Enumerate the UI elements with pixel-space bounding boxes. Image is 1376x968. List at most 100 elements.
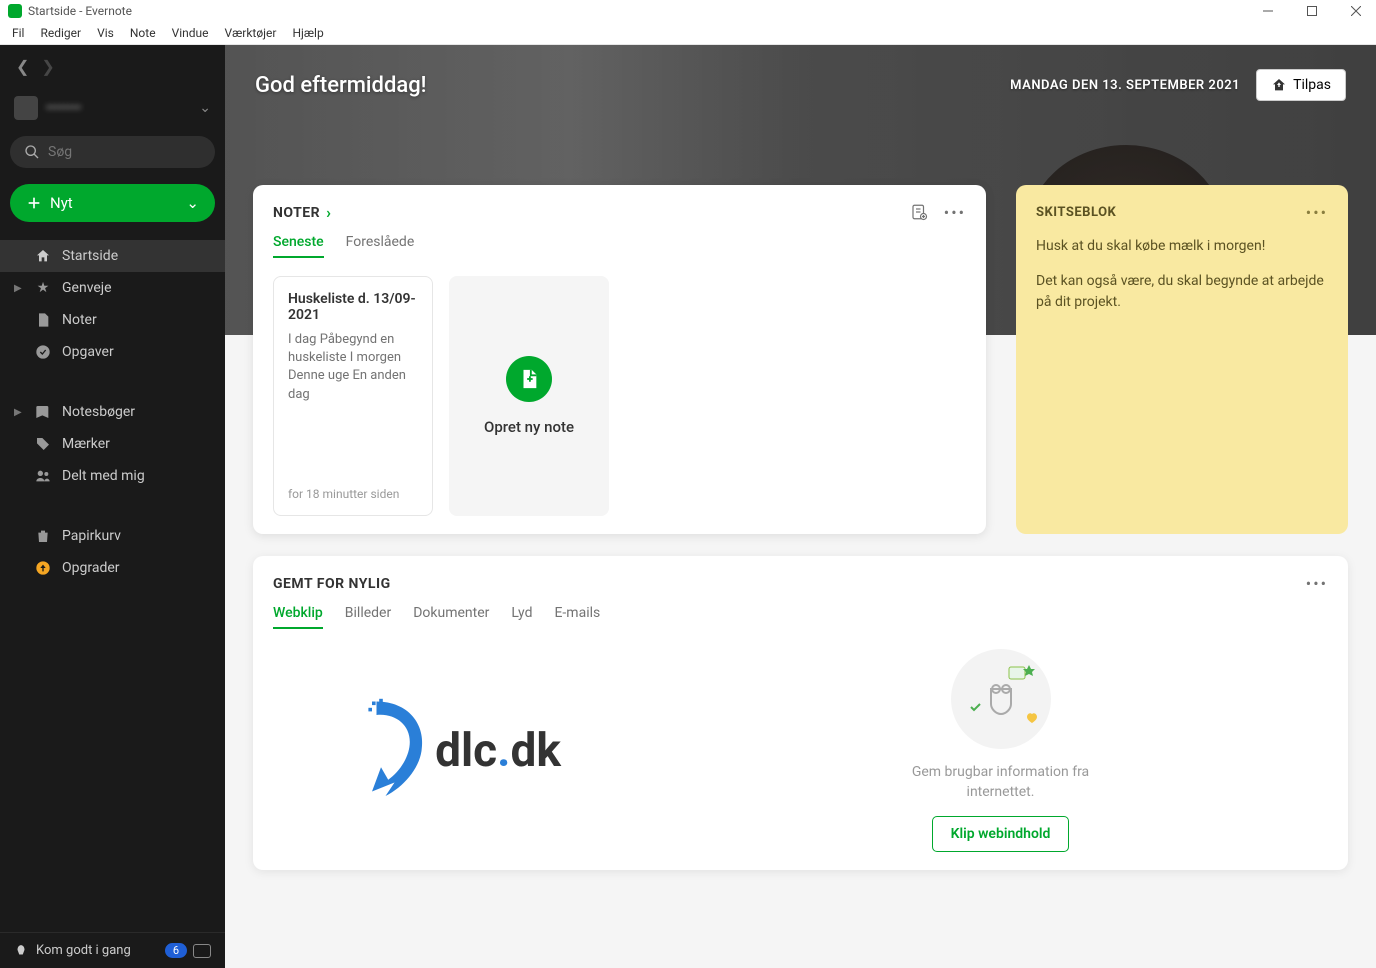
sidebar-item-label: Notesbøger [62, 404, 135, 420]
menubar: Fil Rediger Vis Note Vindue Værktøjer Hj… [0, 22, 1376, 45]
note-preview: I dag Påbegynd en huskeliste I morgen De… [288, 331, 418, 487]
note-tile[interactable]: Huskeliste d. 13/09-2021 I dag Påbegynd … [273, 276, 433, 516]
create-note-tile[interactable]: Opret ny note [449, 276, 609, 516]
expand-icon[interactable]: ▶ [14, 407, 24, 418]
sketch-line: Det kan også være, du skal begynde at ar… [1036, 271, 1328, 313]
notes-title-link[interactable]: NOTER › [273, 203, 331, 222]
sidebar-item-label: Delt med mig [62, 468, 145, 484]
wm-b: . [497, 724, 510, 778]
minimize-button[interactable] [1256, 2, 1280, 20]
tab-webklip[interactable]: Webklip [273, 605, 323, 629]
plus-icon [26, 195, 42, 211]
sidebar-item-opgrader[interactable]: Opgrader [0, 552, 225, 584]
more-icon[interactable]: ••• [1306, 574, 1328, 593]
date-text: MANDAG DEN 13. SEPTEMBER 2021 [1010, 78, 1240, 93]
sidebar-item-delt[interactable]: Delt med mig [0, 460, 225, 492]
note-icon [34, 312, 52, 328]
expand-icon[interactable]: ▶ [14, 283, 24, 294]
note-title: Huskeliste d. 13/09-2021 [288, 291, 418, 323]
tag-icon [34, 436, 52, 452]
sidebar-item-startside[interactable]: Startside [0, 240, 225, 272]
menu-rediger[interactable]: Rediger [32, 26, 89, 40]
avatar [14, 96, 38, 120]
menu-vindue[interactable]: Vindue [164, 26, 217, 40]
sidebar-item-label: Opgaver [62, 344, 114, 360]
chevron-down-icon: ⌄ [186, 194, 199, 212]
menu-fil[interactable]: Fil [4, 26, 32, 40]
book-icon [34, 404, 52, 420]
wm-c: dk [510, 724, 560, 778]
chevron-down-icon: ⌄ [199, 100, 211, 116]
sidebar-item-label: Mærker [62, 436, 110, 452]
sketch-body[interactable]: Husk at du skal købe mælk i morgen! Det … [1036, 236, 1328, 313]
home-icon [34, 248, 52, 264]
user-menu[interactable]: •••••••• ⌄ [0, 88, 225, 128]
getting-started-button[interactable]: Kom godt i gang [14, 943, 131, 958]
search-icon [24, 144, 40, 160]
menu-vaerktoejer[interactable]: Værktøjer [217, 26, 285, 40]
more-icon[interactable]: ••• [944, 203, 966, 222]
watermark-logo: dlc.dk [273, 696, 633, 806]
nav-back-button[interactable]: ❮ [16, 57, 29, 76]
sidebar-item-opgaver[interactable]: Opgaver [0, 336, 225, 368]
menu-vis[interactable]: Vis [89, 26, 122, 40]
tab-lyd[interactable]: Lyd [511, 605, 532, 629]
webclip-illustration-icon [951, 649, 1051, 749]
recently-saved-widget: GEMT FOR NYLIG ••• Webklip Billeder Doku… [253, 556, 1348, 870]
home-up-icon [1271, 77, 1287, 93]
sidebar-item-noter[interactable]: Noter [0, 304, 225, 336]
sidebar-item-label: Papirkurv [62, 528, 121, 544]
sidebar-item-label: Opgrader [62, 560, 120, 576]
sidebar-item-label: Startside [62, 248, 118, 264]
footer-label: Kom godt i gang [36, 943, 131, 958]
sidebar: ❮ ❯ •••••••• ⌄ Nyt ⌄ [0, 45, 225, 968]
search-input[interactable] [48, 144, 201, 160]
sidebar-item-genveje[interactable]: ▶ ★ Genveje [0, 272, 225, 304]
customize-label: Tilpas [1293, 77, 1331, 93]
close-button[interactable] [1344, 2, 1368, 20]
keyboard-icon[interactable] [193, 944, 211, 958]
tab-foreslaaede[interactable]: Foreslåede [346, 234, 415, 258]
notes-widget: NOTER › ••• Seneste Foreslåede [253, 185, 986, 534]
clip-web-button[interactable]: Klip webindhold [932, 816, 1070, 852]
maximize-button[interactable] [1300, 2, 1324, 20]
arrow-icon [345, 696, 435, 806]
create-note-icon [506, 356, 552, 402]
sidebar-item-label: Genveje [62, 280, 112, 296]
sidebar-item-label: Noter [62, 312, 97, 328]
username: •••••••• [46, 101, 191, 116]
sidebar-item-notesboeger[interactable]: ▶ Notesbøger [0, 396, 225, 428]
more-icon[interactable]: ••• [1306, 203, 1328, 222]
footer-badge: 6 [165, 943, 187, 958]
sketchpad-widget[interactable]: SKITSEBLOK ••• Husk at du skal købe mælk… [1016, 185, 1348, 534]
evernote-logo-icon [8, 4, 22, 18]
note-time: for 18 minutter siden [288, 487, 418, 501]
window-title: Startside - Evernote [28, 4, 132, 18]
wm-a: dlc [435, 724, 497, 778]
greeting: God eftermiddag! [255, 73, 427, 98]
card-title: NOTER [273, 205, 320, 221]
create-label: Opret ny note [484, 418, 574, 436]
customize-button[interactable]: Tilpas [1256, 69, 1346, 101]
titlebar: Startside - Evernote [0, 0, 1376, 22]
content-area: God eftermiddag! MANDAG DEN 13. SEPTEMBE… [225, 45, 1376, 968]
nav-forward-button[interactable]: ❯ [41, 57, 54, 76]
chevron-right-icon: › [326, 203, 331, 222]
star-icon: ★ [34, 280, 52, 296]
sketch-title: SKITSEBLOK [1036, 205, 1116, 220]
new-button[interactable]: Nyt ⌄ [10, 184, 215, 222]
tab-billeder[interactable]: Billeder [345, 605, 391, 629]
note-plus-icon[interactable] [910, 203, 928, 222]
sidebar-item-maerker[interactable]: Mærker [0, 428, 225, 460]
sidebar-item-papirkurv[interactable]: Papirkurv [0, 520, 225, 552]
menu-note[interactable]: Note [122, 26, 164, 40]
trash-icon [34, 528, 52, 544]
sketch-line: Husk at du skal købe mælk i morgen! [1036, 236, 1328, 257]
menu-hjaelp[interactable]: Hjælp [284, 26, 331, 40]
recent-title: GEMT FOR NYLIG [273, 576, 391, 592]
tab-dokumenter[interactable]: Dokumenter [413, 605, 489, 629]
tab-seneste[interactable]: Seneste [273, 234, 324, 258]
search-box[interactable] [10, 136, 215, 168]
rocket-icon [14, 944, 28, 958]
tab-emails[interactable]: E-mails [554, 605, 600, 629]
